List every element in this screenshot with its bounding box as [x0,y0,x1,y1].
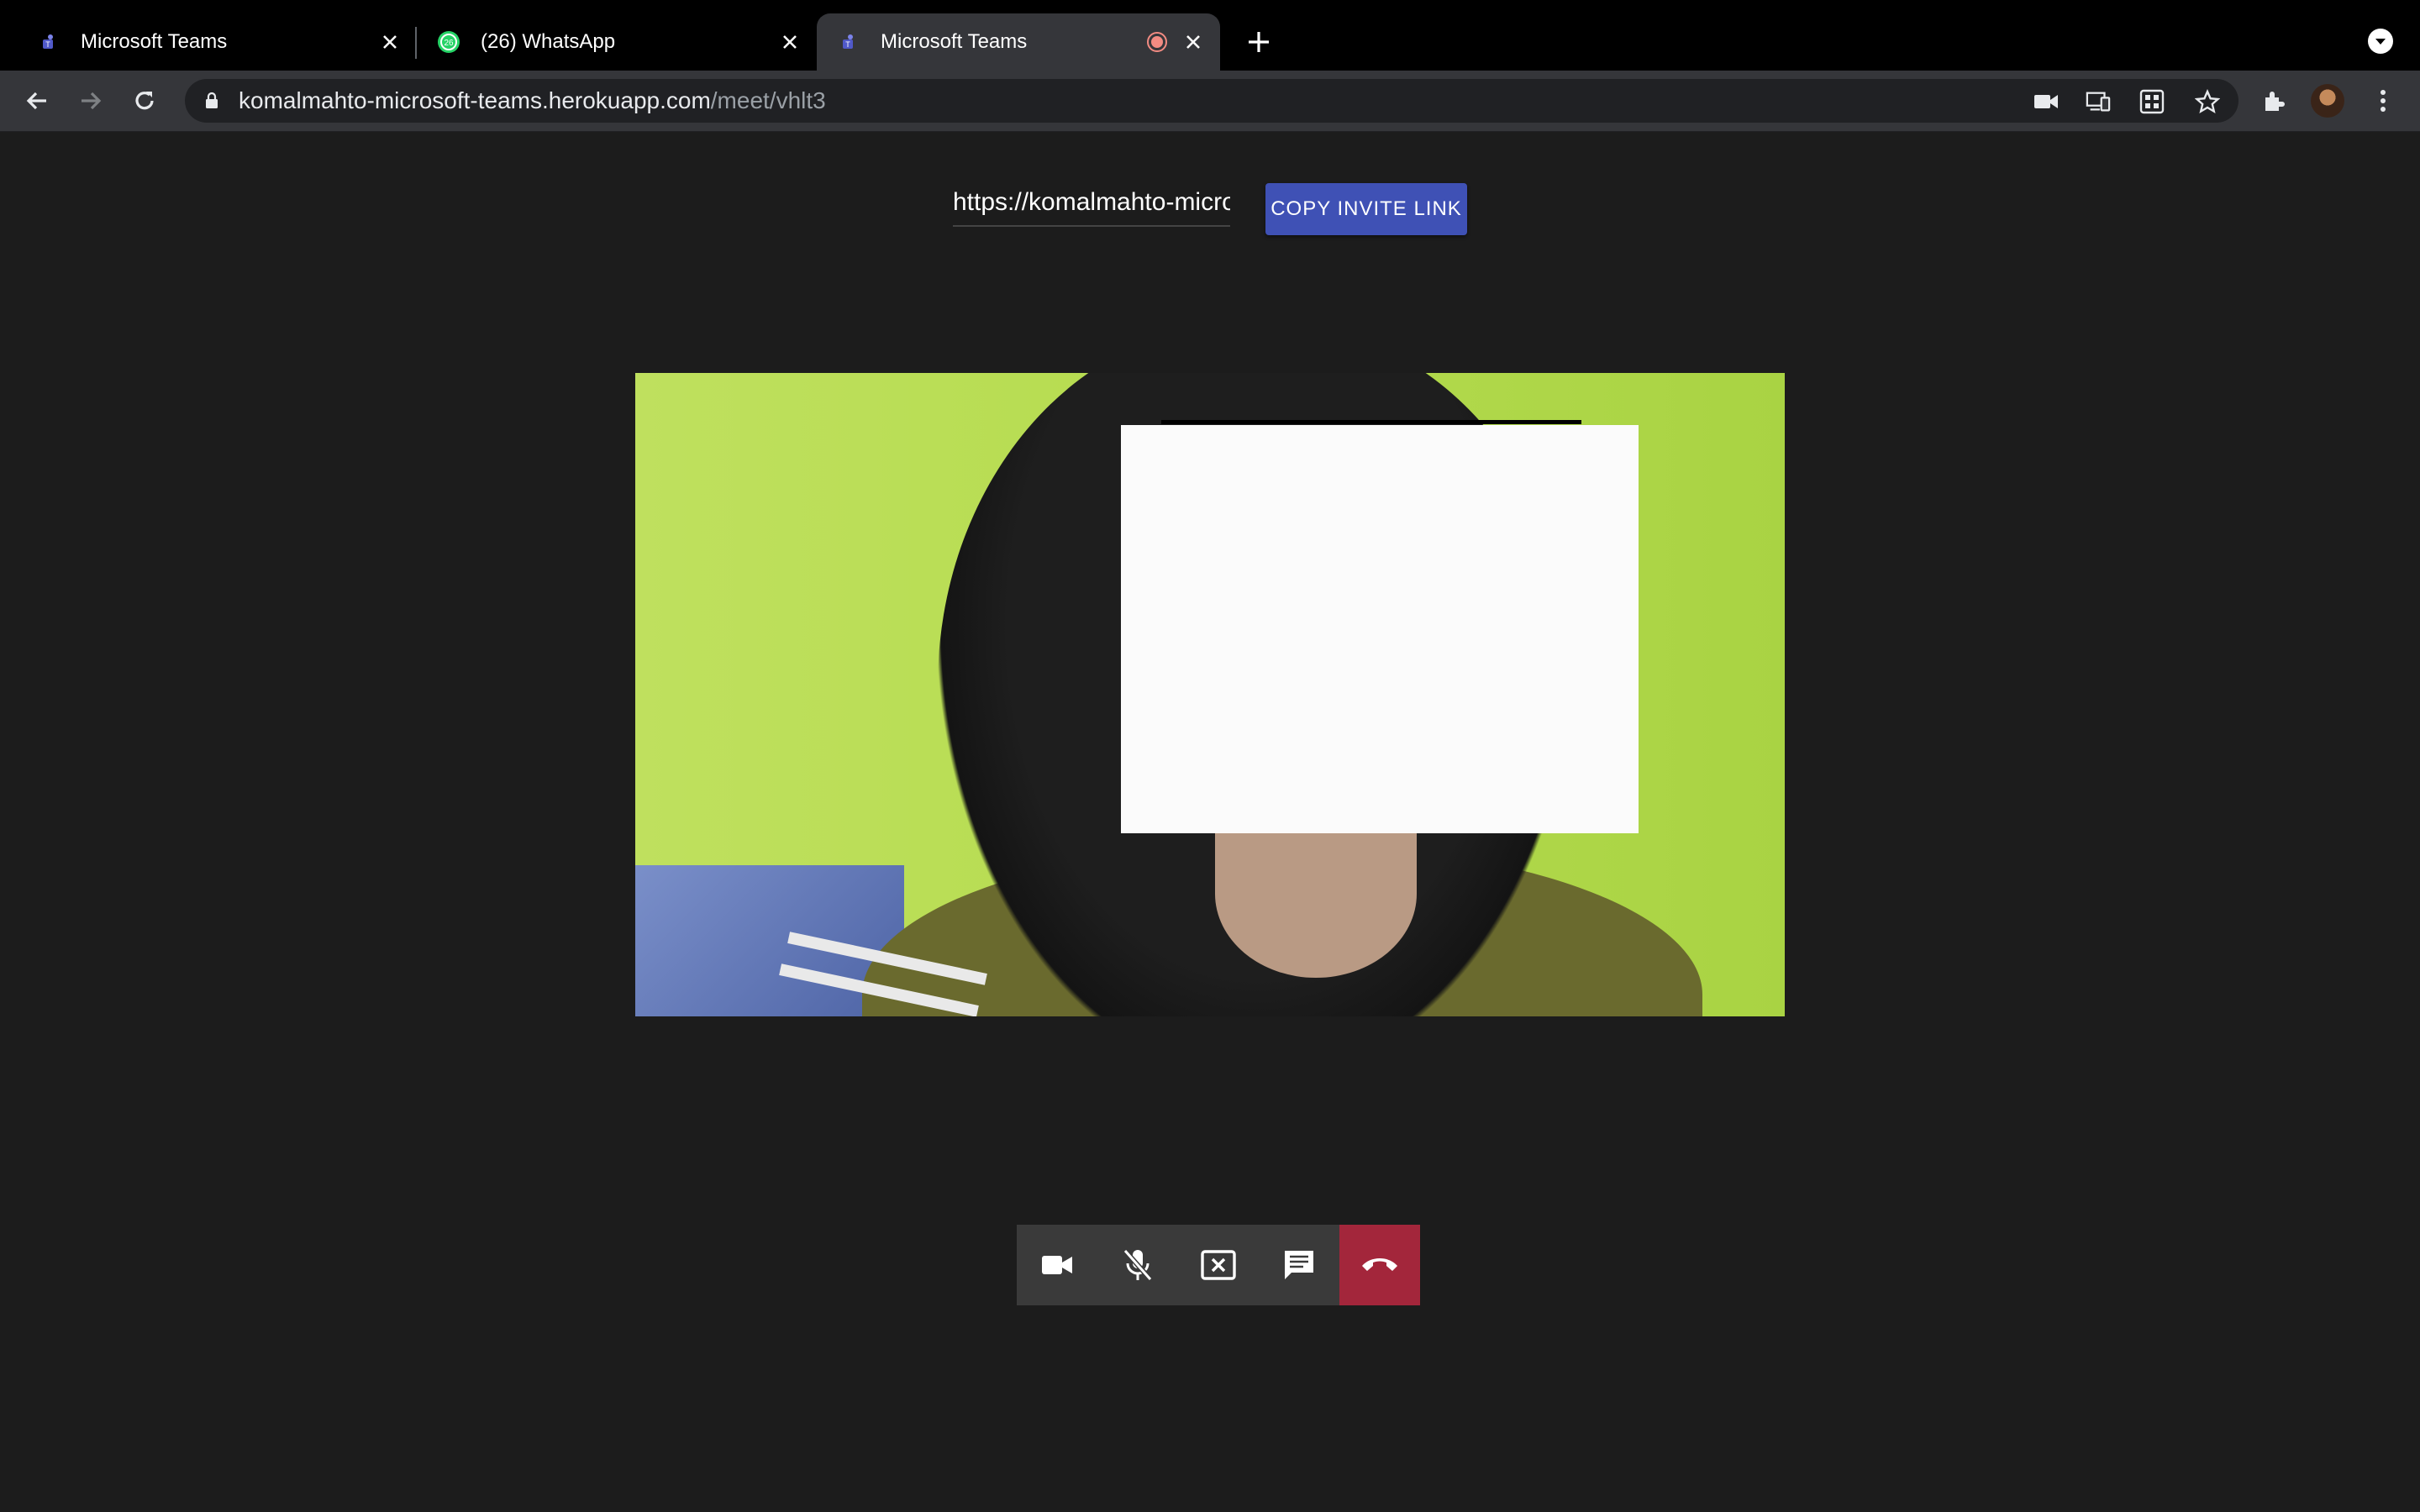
stop-screen-share-icon [1201,1250,1236,1280]
close-icon[interactable] [776,29,803,55]
mic-off-icon [1123,1249,1153,1281]
teams-icon: T [37,30,60,54]
svg-text:T: T [845,40,850,49]
video-camera-icon [1042,1256,1072,1274]
plus-icon [1249,32,1269,52]
profile-avatar[interactable] [2311,84,2344,118]
close-icon[interactable] [376,29,403,55]
call-controls [1017,1225,1420,1305]
new-tab-button[interactable] [1242,25,1276,59]
stop-screen-share-button[interactable] [1178,1225,1259,1305]
extensions-icon[interactable] [2259,86,2289,116]
chevron-down-icon [2375,39,2386,45]
copy-invite-link-button[interactable]: COPY INVITE LINK [1265,183,1467,235]
arrow-right-icon [82,92,102,110]
bookmark-star-icon[interactable] [2195,89,2220,114]
toggle-video-button[interactable] [1017,1225,1097,1305]
chat-icon [1285,1251,1313,1279]
tab-title: Microsoft Teams [881,30,1028,53]
lock-icon[interactable] [202,91,222,111]
recording-indicator-icon [1146,31,1168,53]
chat-button[interactable] [1259,1225,1339,1305]
close-icon[interactable] [1180,29,1207,55]
toggle-mic-button[interactable] [1097,1225,1178,1305]
tab-title: (26) WhatsApp [481,30,616,53]
browser-toolbar: komalmahto-microsoft-teams.herokuapp.com… [0,71,2420,132]
tab-whatsapp[interactable]: 26 (26) WhatsApp [425,13,812,71]
svg-text:T: T [45,40,50,49]
address-bar[interactable]: komalmahto-microsoft-teams.herokuapp.com… [185,79,2238,123]
redaction-box [1121,425,1639,833]
camera-in-use-icon[interactable] [2033,89,2059,114]
video-feed [635,373,1785,1016]
tab-separator [415,27,417,59]
tab-search-button[interactable] [2368,29,2393,54]
end-call-icon [1362,1258,1397,1271]
teams-icon: T [837,30,860,54]
qr-code-icon[interactable] [2139,89,2165,114]
whatsapp-icon: 26 [437,30,460,54]
tab-microsoft-teams-1[interactable]: T Microsoft Teams [25,13,412,71]
more-menu-icon[interactable] [2368,86,2398,116]
tab-microsoft-teams-active[interactable]: T Microsoft Teams [817,13,1220,71]
tab-title: Microsoft Teams [81,30,228,53]
end-call-button[interactable] [1339,1225,1420,1305]
forward-button[interactable] [74,84,108,118]
url-host: komalmahto-microsoft-teams.herokuapp.com [239,87,711,113]
cast-icon[interactable] [2086,89,2111,114]
url-text: komalmahto-microsoft-teams.herokuapp.com… [239,89,826,113]
arrow-left-icon [26,92,46,110]
invite-link-field[interactable] [953,180,1230,227]
reload-button[interactable] [128,84,161,118]
reload-icon [135,92,154,110]
tab-strip: T Microsoft Teams 26 (26) WhatsApp T Mic… [0,0,2420,71]
back-button[interactable] [20,84,54,118]
notification-count: 26 [444,39,454,48]
url-path: /meet/vhlt3 [710,87,826,113]
